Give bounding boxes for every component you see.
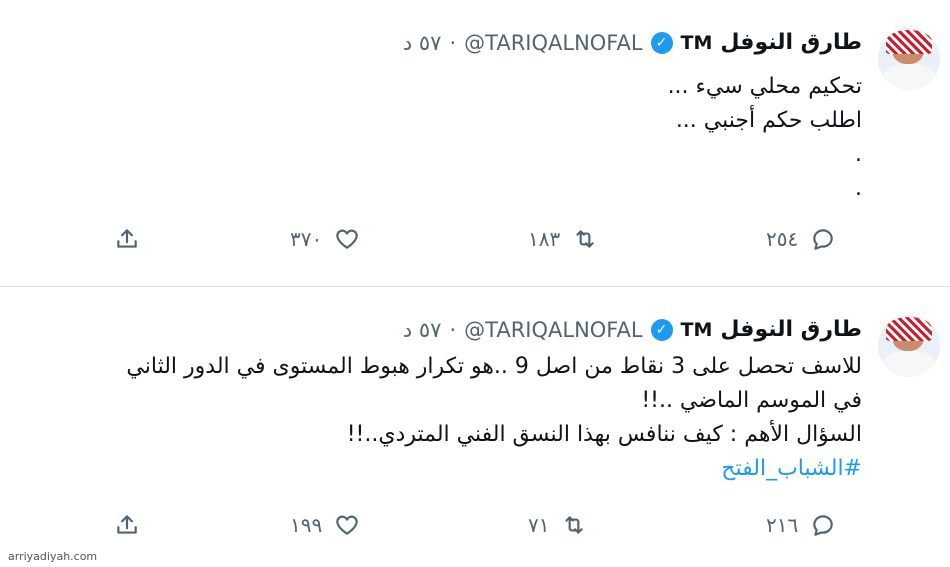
reply-count: ٢٥٤ (766, 227, 799, 251)
share-icon (117, 229, 137, 248)
tweets-screenshot: طارق النوفل TM ✓ @TARIQALNOFAL · ٥٧ د تح… (0, 0, 950, 567)
retweet-count: ٧١ (528, 513, 550, 537)
retweet-count: ١٨٣ (528, 227, 561, 251)
tweet-line: اطلب حكم أجنبي ... (675, 108, 862, 133)
tweet-actions: ٢٥٤ ١٨٣ ٣٧٠ (0, 226, 950, 262)
separator: · (449, 317, 457, 342)
retweet-icon (576, 230, 594, 248)
share-button[interactable] (114, 226, 140, 252)
tweet[interactable]: طارق النوفل TM ✓ @TARIQALNOFAL · ٥٧ د لل… (0, 287, 950, 567)
tweet-header: طارق النوفل TM ✓ @TARIQALNOFAL · ٥٧ د (403, 30, 862, 55)
tweet-line: في الموسم الماضي ..!! (641, 388, 862, 413)
timestamp[interactable]: ٥٧ د (403, 31, 442, 55)
watermark: arriyadiyah.com (8, 550, 98, 563)
author-handle[interactable]: @TARIQALNOFAL (464, 31, 642, 55)
author-name[interactable]: طارق النوفل (720, 30, 862, 55)
timestamp[interactable]: ٥٧ د (403, 318, 442, 342)
reply-button[interactable]: ٢١٦ (766, 512, 836, 538)
reply-count: ٢١٦ (766, 513, 799, 537)
author-name[interactable]: طارق النوفل (720, 317, 862, 342)
like-count: ١٩٩ (290, 513, 323, 537)
retweet-button[interactable]: ١٨٣ (528, 226, 598, 252)
tweet-line: . (855, 142, 862, 167)
author-handle[interactable]: @TARIQALNOFAL (464, 318, 642, 342)
separator: · (449, 30, 457, 55)
share-button[interactable] (114, 512, 140, 538)
like-button[interactable]: ٣٧٠ (290, 226, 360, 252)
tweet-actions: ٢١٦ ٧١ ١٩٩ (0, 512, 950, 548)
tweet-text: للاسف تحصل على 3 نقاط من اصل 9 ..هو تكرا… (126, 350, 862, 486)
reply-icon (813, 515, 833, 536)
author-badge: TM (680, 318, 713, 341)
retweet-icon (565, 516, 584, 534)
tweet[interactable]: طارق النوفل TM ✓ @TARIQALNOFAL · ٥٧ د تح… (0, 0, 950, 287)
author-badge: TM (680, 31, 713, 54)
reply-button[interactable]: ٢٥٤ (766, 226, 836, 252)
tweet-header: طارق النوفل TM ✓ @TARIQALNOFAL · ٥٧ د (403, 317, 862, 342)
share-icon (117, 515, 137, 534)
retweet-button[interactable]: ٧١ (528, 512, 587, 538)
tweet-line: تحكيم محلي سيء ... (667, 74, 862, 99)
tweet-line: . (855, 176, 862, 201)
reply-icon (813, 229, 833, 250)
heart-icon (336, 515, 358, 535)
verified-badge-icon: ✓ (650, 318, 673, 341)
like-button[interactable]: ١٩٩ (290, 512, 360, 538)
tweet-text: تحكيم محلي سيء ... اطلب حكم أجنبي ... . … (668, 70, 862, 206)
hashtag-link[interactable]: #الشباب_الفتح (126, 452, 862, 486)
tweet-line: للاسف تحصل على 3 نقاط من اصل 9 ..هو تكرا… (126, 354, 862, 379)
tweet-line: السؤال الأهم : كيف ننافس بهذا النسق الفن… (346, 422, 862, 447)
heart-icon (336, 229, 358, 249)
avatar[interactable] (878, 28, 940, 90)
like-count: ٣٧٠ (290, 227, 323, 251)
verified-badge-icon: ✓ (650, 31, 673, 54)
avatar[interactable] (878, 315, 940, 377)
